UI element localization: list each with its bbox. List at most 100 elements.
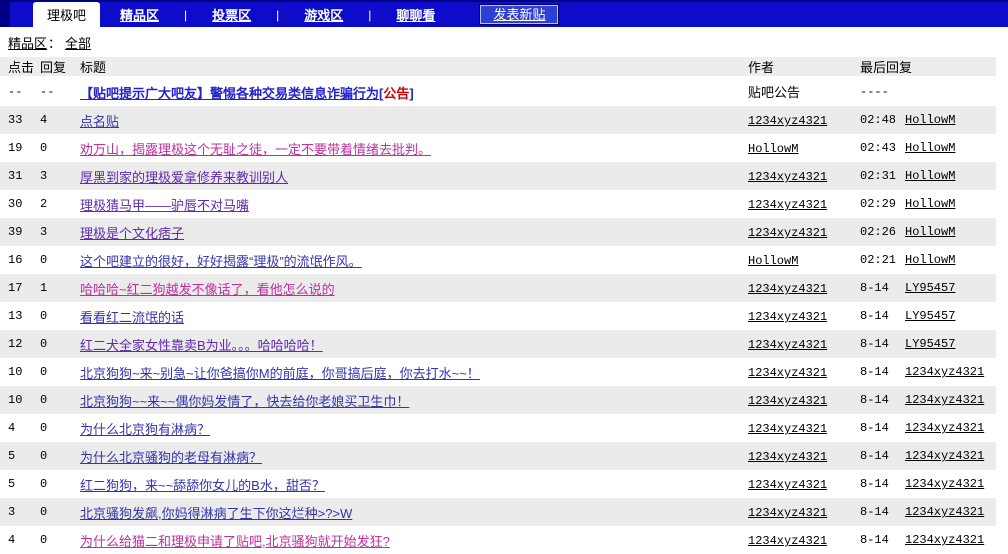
tab-youxiqu[interactable]: 游戏区	[304, 5, 343, 24]
tab-toupiaoqu[interactable]: 投票区	[212, 5, 251, 24]
last-reply-time: 02:43	[860, 141, 897, 155]
thread-table: 点击 回复 标题 作者 最后回复 -- -- 【贴吧提示广大吧友】警惕各种交易类…	[0, 57, 1008, 554]
reply-count: 0	[40, 477, 80, 491]
last-reply-time: 02:26	[860, 225, 897, 239]
last-replier-link[interactable]: 1234xyz4321	[905, 449, 984, 463]
reply-count: 4	[40, 113, 80, 127]
reply-count: 0	[40, 337, 80, 351]
author-link[interactable]: 1234xyz4321	[748, 534, 827, 548]
author-link[interactable]: 1234xyz4321	[748, 394, 827, 408]
last-reply-time: 02:29	[860, 197, 897, 211]
click-count: 33	[0, 113, 40, 127]
thread-row: 4 0 为什么北京狗有淋病？ 1234xyz4321 8-14 1234xyz4…	[0, 414, 996, 442]
filter-all-link[interactable]: 全部	[65, 33, 91, 52]
author-link[interactable]: 1234xyz4321	[748, 282, 827, 296]
thread-title-link[interactable]: 红二狗狗，来~~舔舔你女儿的B水，甜否？	[80, 478, 325, 493]
jingpinqu-link[interactable]: 精品区	[8, 33, 47, 52]
thread-title-link[interactable]: 这个吧建立的很好，好好揭露“理极”的流氓作风。	[80, 254, 362, 269]
thread-title-link[interactable]: 【贴吧提示广大吧友】警惕各种交易类信息诈骗行为	[80, 86, 379, 101]
subnav-colon: ：	[48, 33, 61, 52]
last-replier-link[interactable]: 1234xyz4321	[905, 505, 984, 519]
thread-title-link[interactable]: 理极是个文化痞子	[80, 226, 184, 241]
thread-row: 3 0 北京骚狗发飙,你妈得淋病了生下你这烂种>?>W 1234xyz4321 …	[0, 498, 996, 526]
tab-jingpinqu[interactable]: 精品区	[120, 5, 159, 24]
author-link[interactable]: 1234xyz4321	[748, 114, 827, 128]
topbar-links: 精品区 | 投票区 | 游戏区 | 聊聊看 发表新贴	[120, 2, 558, 27]
thread-row: -- -- 【贴吧提示广大吧友】警惕各种交易类信息诈骗行为[公告] 贴吧公告 -…	[0, 78, 996, 106]
author-link[interactable]: 1234xyz4321	[748, 366, 827, 380]
thread-title-link[interactable]: 理极猜马甲——驴唇不对马嘴	[80, 198, 249, 213]
thread-title-link[interactable]: 北京狗狗~~来~~偶你妈发情了，快去给你老娘买卫生巾！	[80, 394, 409, 409]
last-replier-link[interactable]: HollowM	[905, 141, 955, 155]
last-replier-link[interactable]: LY95457	[905, 337, 955, 351]
author-link[interactable]: 1234xyz4321	[748, 338, 827, 352]
last-replier-link[interactable]: 1234xyz4321	[905, 421, 984, 435]
thread-title-link[interactable]: 北京狗狗~来~别急~让你爸搞你M的前庭，你哥搞后庭，你去打水~~！	[80, 366, 480, 381]
last-reply-time: 8-14	[860, 393, 897, 407]
thread-title-link[interactable]: 看看红二流氓的话	[80, 310, 184, 325]
last-replier-link[interactable]: HollowM	[905, 225, 955, 239]
author-link[interactable]: 1234xyz4321	[748, 310, 827, 324]
thread-title-link[interactable]: 点名贴	[80, 114, 119, 129]
thread-title-link[interactable]: 为什么给猫二和理极申请了贴吧,北京骚狗就开始发狂?	[80, 534, 390, 549]
post-new-thread-button[interactable]: 发表新贴	[480, 5, 558, 24]
thread-row: 10 0 北京狗狗~来~别急~让你爸搞你M的前庭，你哥搞后庭，你去打水~~！ 1…	[0, 358, 996, 386]
last-reply-time: 8-14	[860, 421, 897, 435]
thread-title-link[interactable]: 北京骚狗发飙,你妈得淋病了生下你这烂种>?>W	[80, 506, 352, 521]
last-replier-link[interactable]: HollowM	[905, 169, 955, 183]
last-replier-link[interactable]: HollowM	[905, 197, 955, 211]
forum-page: 理极吧 精品区 | 投票区 | 游戏区 | 聊聊看 发表新贴 精品区 ： 全部 …	[0, 0, 1008, 554]
thread-title-link[interactable]: 哈哈哈~红二狗越发不像话了，看他怎么说的	[80, 282, 335, 297]
thread-row: 5 0 红二狗狗，来~~舔舔你女儿的B水，甜否？ 1234xyz4321 8-1…	[0, 470, 996, 498]
reply-count: 0	[40, 309, 80, 323]
last-reply-time: 8-14	[860, 505, 897, 519]
tab-current-forum[interactable]: 理极吧	[33, 2, 100, 27]
author-link[interactable]: 1234xyz4321	[748, 170, 827, 184]
tab-liaoliaokan[interactable]: 聊聊看	[396, 5, 435, 24]
last-replier-link[interactable]: HollowM	[905, 253, 955, 267]
last-replier-link[interactable]: LY95457	[905, 309, 955, 323]
click-count: 30	[0, 197, 40, 211]
click-count: 4	[0, 421, 40, 435]
last-reply-time: 8-14	[860, 449, 897, 463]
thread-title-link[interactable]: 红二犬全家女性靠卖B为业。。。哈哈哈哈！	[80, 338, 323, 353]
click-count: 3	[0, 505, 40, 519]
author-link[interactable]: 1234xyz4321	[748, 422, 827, 436]
thread-row: 12 0 红二犬全家女性靠卖B为业。。。哈哈哈哈！ 1234xyz4321 8-…	[0, 330, 996, 358]
click-count: 5	[0, 449, 40, 463]
reply-count: 1	[40, 281, 80, 295]
last-replier-link[interactable]: LY95457	[905, 281, 955, 295]
thread-row: 19 0 劝万山，揭露理极这个无耻之徒，一定不要带着情绪去批判。 HollowM…	[0, 134, 996, 162]
author-link[interactable]: HollowM	[748, 254, 798, 268]
thread-title-link[interactable]: 为什么北京狗有淋病？	[80, 422, 210, 437]
header-last-reply: 最后回复	[860, 57, 996, 76]
author-link[interactable]: 1234xyz4321	[748, 450, 827, 464]
author-link[interactable]: HollowM	[748, 142, 798, 156]
click-count: 4	[0, 533, 40, 547]
author-link[interactable]: 1234xyz4321	[748, 198, 827, 212]
announcement-tag: [公告]	[379, 86, 414, 101]
thread-title-link[interactable]: 劝万山，揭露理极这个无耻之徒，一定不要带着情绪去批判。	[80, 142, 431, 157]
last-replier-link[interactable]: 1234xyz4321	[905, 533, 984, 547]
reply-count: --	[40, 85, 80, 99]
last-reply-time: 8-14	[860, 477, 897, 491]
last-replier-link[interactable]: 1234xyz4321	[905, 365, 984, 379]
topbar-left-cap	[0, 2, 10, 27]
author-link[interactable]: 1234xyz4321	[748, 478, 827, 492]
last-replier-link[interactable]: HollowM	[905, 113, 955, 127]
thread-title-link[interactable]: 厚黑到家的理极爱拿修养来教训别人	[80, 170, 288, 185]
top-navigation-bar: 理极吧 精品区 | 投票区 | 游戏区 | 聊聊看 发表新贴	[0, 0, 1008, 27]
header-title: 标题	[80, 57, 748, 76]
last-reply-time: 8-14	[860, 533, 897, 547]
click-count: 5	[0, 477, 40, 491]
thread-title-link[interactable]: 为什么北京骚狗的老母有淋病？	[80, 450, 262, 465]
reply-count: 3	[40, 169, 80, 183]
reply-count: 0	[40, 505, 80, 519]
last-replier-link[interactable]: 1234xyz4321	[905, 393, 984, 407]
last-replier-link[interactable]: 1234xyz4321	[905, 477, 984, 491]
reply-count: 0	[40, 449, 80, 463]
click-count: 10	[0, 393, 40, 407]
author-link[interactable]: 1234xyz4321	[748, 226, 827, 240]
thread-row: 16 0 这个吧建立的很好，好好揭露“理极”的流氓作风。 HollowM 02:…	[0, 246, 996, 274]
author-link[interactable]: 1234xyz4321	[748, 506, 827, 520]
